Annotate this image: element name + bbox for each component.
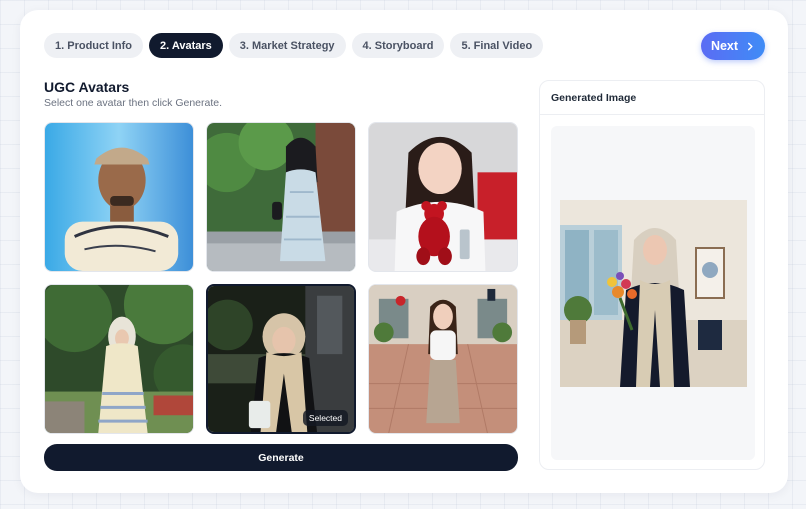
tab-avatars[interactable]: 2. Avatars xyxy=(149,33,223,58)
avatar-card-6[interactable] xyxy=(368,284,518,434)
main-card: 1. Product Info 2. Avatars 3. Market Str… xyxy=(20,10,788,493)
avatar-card-4[interactable] xyxy=(44,284,194,434)
avatar-grid: Selected xyxy=(44,122,518,434)
generated-image-area xyxy=(551,126,755,460)
section-subtitle: Select one avatar then click Generate. xyxy=(44,97,223,109)
avatar-card-1[interactable] xyxy=(44,122,194,272)
tab-final-video[interactable]: 5. Final Video xyxy=(450,33,544,58)
avatar-photo-woman-floral-dress xyxy=(207,123,355,271)
avatar-card-5[interactable]: Selected xyxy=(206,284,356,434)
avatar-photo-man-cap xyxy=(45,123,193,271)
section-title: UGC Avatars xyxy=(44,79,130,95)
generated-image xyxy=(560,200,747,387)
panel-title: Generated Image xyxy=(540,81,764,115)
step-tabs: 1. Product Info 2. Avatars 3. Market Str… xyxy=(44,33,544,58)
generated-image-panel: Generated Image xyxy=(539,80,765,470)
avatar-photo-woman-red-bear xyxy=(369,123,517,271)
tab-market-strategy[interactable]: 3. Market Strategy xyxy=(228,33,346,58)
selected-badge: Selected xyxy=(302,410,348,426)
avatar-photo-woman-street xyxy=(369,285,517,433)
tab-storyboard[interactable]: 4. Storyboard xyxy=(351,33,445,58)
next-button-label: Next xyxy=(710,39,739,53)
avatar-photo-woman-hijab-park xyxy=(45,285,193,433)
chevron-right-icon xyxy=(748,42,753,50)
next-button[interactable]: Next xyxy=(701,32,765,60)
generate-button[interactable]: Generate xyxy=(44,444,518,471)
tab-product-info[interactable]: 1. Product Info xyxy=(44,33,143,58)
generated-photo-woman-hijab-flowers xyxy=(560,200,747,387)
avatar-card-2[interactable] xyxy=(206,122,356,272)
avatar-card-3[interactable] xyxy=(368,122,518,272)
